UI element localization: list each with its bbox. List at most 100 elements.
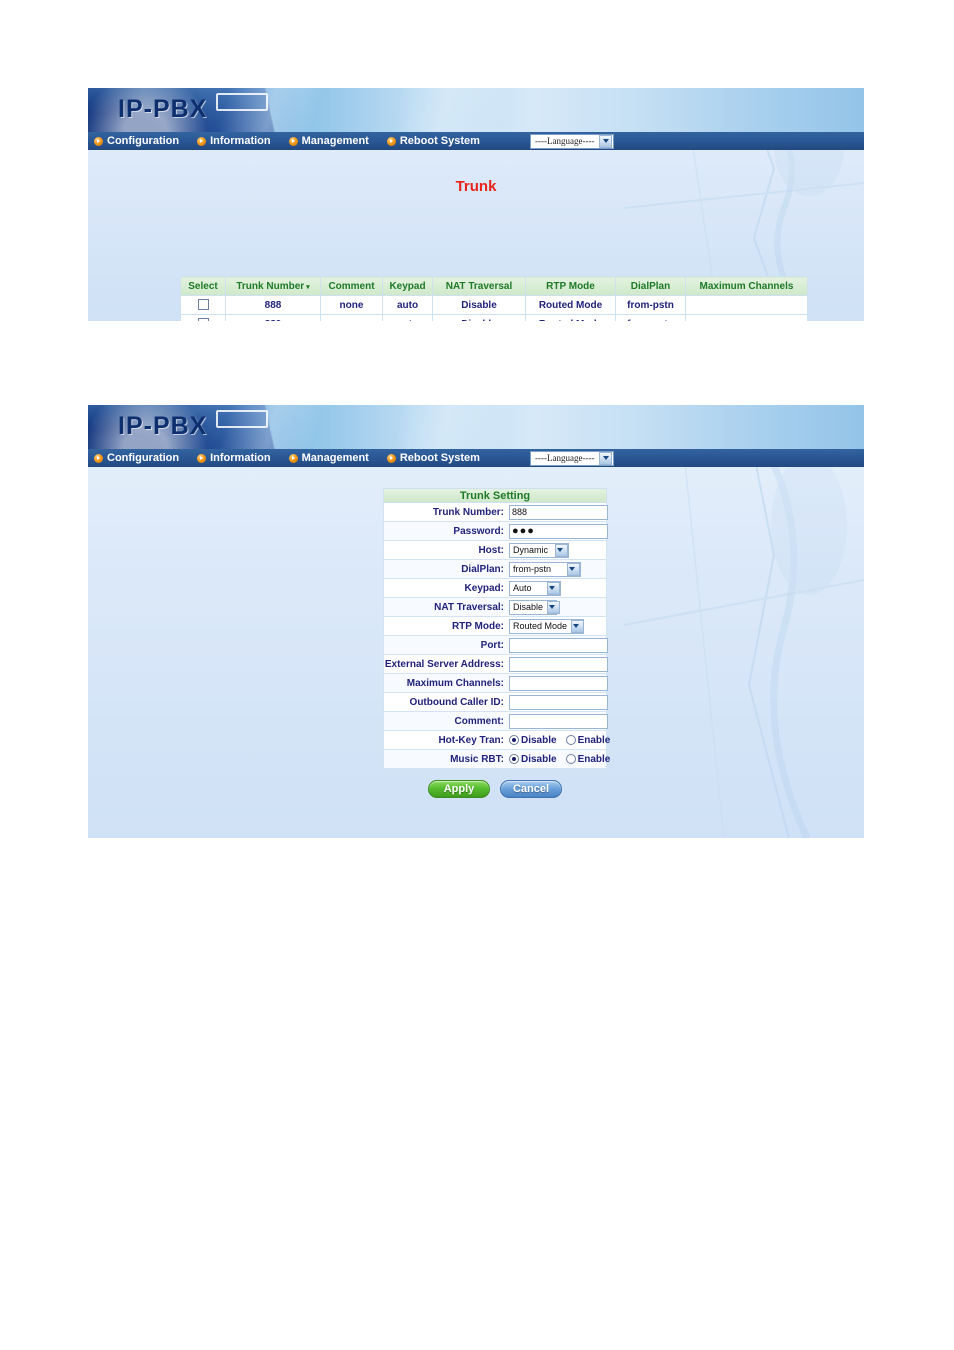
bullet-arrow-icon — [197, 453, 207, 463]
cell-dialplan: from-pstn — [615, 295, 686, 315]
cell-maximum-channels — [685, 314, 808, 321]
nav-label: Configuration — [107, 135, 180, 147]
label-maximum-channels: Maximum Channels: — [406, 677, 504, 689]
nav-label: Information — [210, 135, 271, 147]
field-row-hot-key-tran: Hot-Key Tran: Disable Enable — [383, 731, 610, 750]
trunk-list-panel: IP-PBX Configuration Information Managem… — [88, 88, 864, 321]
column-header-keypad: Keypad — [382, 276, 433, 296]
dialplan-select[interactable]: from-pstn — [509, 561, 581, 577]
main-navigation-bar: Configuration Information Management Reb… — [88, 132, 864, 150]
nav-item-configuration[interactable]: Configuration — [94, 135, 179, 147]
field-row-nat-traversal: NAT Traversal: Disable — [383, 598, 607, 617]
field-row-maximum-channels: Maximum Channels: — [383, 674, 608, 693]
nav-label: Configuration — [107, 452, 180, 464]
nav-item-reboot-system[interactable]: Reboot System — [386, 135, 480, 147]
background-watermark — [624, 405, 864, 838]
trunk-number-input[interactable] — [509, 504, 608, 520]
field-row-trunk-number: Trunk Number: — [383, 503, 608, 522]
nav-label: Reboot System — [399, 452, 480, 464]
host-select[interactable]: Dynamic — [509, 542, 569, 558]
app-logo: IP-PBX — [118, 95, 208, 123]
label-music-rbt: Music RBT: — [450, 753, 504, 765]
form-heading: Trunk Setting — [383, 488, 607, 503]
label-comment: Comment: — [454, 715, 504, 727]
language-select[interactable]: ----Language---- — [530, 450, 614, 466]
nav-item-information[interactable]: Information — [197, 135, 271, 147]
cell-trunk-number: 889 — [225, 314, 321, 321]
label-keypad: Keypad: — [464, 582, 504, 594]
nav-item-management[interactable]: Management — [288, 452, 369, 464]
field-row-keypad: Keypad: Auto — [383, 579, 607, 598]
outbound-caller-id-input[interactable] — [509, 694, 608, 710]
logo-outline-box — [216, 410, 268, 428]
field-row-external-server-address: External Server Address: — [383, 655, 608, 674]
field-row-music-rbt: Music RBT: Disable Enable — [383, 750, 610, 769]
bullet-arrow-icon — [288, 453, 298, 463]
field-row-port: Port: — [383, 636, 608, 655]
row-checkbox[interactable] — [197, 299, 209, 311]
app-banner: IP-PBX — [88, 405, 864, 449]
nat-traversal-select[interactable]: Disable — [509, 599, 561, 615]
chevron-down-icon — [555, 543, 568, 557]
page-title: Trunk — [455, 178, 497, 195]
comment-input[interactable] — [509, 713, 608, 729]
cell-rtp-mode: Routed Mode — [525, 314, 616, 321]
language-select[interactable]: ----Language---- — [530, 133, 614, 149]
table-header-row: Select Trunk Number Comment Keypad NAT T… — [180, 276, 808, 296]
option-label: Disable — [521, 753, 557, 765]
option-label: Enable — [577, 753, 611, 765]
cell-dialplan: from-pstn — [615, 314, 686, 321]
dialplan-select-value: from-pstn — [513, 564, 552, 574]
trunk-setting-panel: IP-PBX Configuration Information Managem… — [88, 405, 864, 838]
logo-outline-box — [216, 93, 268, 111]
music-rbt-option-disable[interactable]: Disable — [509, 754, 557, 765]
music-rbt-option-enable[interactable]: Enable — [565, 753, 611, 765]
nav-item-information[interactable]: Information — [197, 452, 271, 464]
column-header-dialplan: DialPlan — [615, 276, 686, 296]
label-dialplan: DialPlan: — [461, 563, 504, 575]
cell-keypad: auto — [382, 295, 433, 315]
trunk-list-body: Trunk Select Trunk Number Comment Keypad… — [88, 150, 864, 321]
password-input[interactable] — [509, 523, 608, 539]
page-root: IP-PBX Configuration Information Managem… — [0, 0, 954, 1350]
label-port: Port: — [480, 639, 504, 651]
field-row-password: Password: — [383, 522, 608, 541]
table-row: 888 none auto Disable Routed Mode from-p… — [180, 295, 808, 315]
column-header-trunk-number[interactable]: Trunk Number — [225, 276, 321, 296]
column-header-nat-traversal: NAT Traversal — [432, 276, 526, 296]
chevron-down-icon — [547, 581, 560, 595]
option-label: Enable — [577, 734, 611, 746]
row-select-cell — [180, 295, 226, 315]
hot-key-tran-option-enable[interactable]: Enable — [565, 734, 611, 746]
external-server-address-input[interactable] — [509, 656, 608, 672]
nav-item-reboot-system[interactable]: Reboot System — [386, 452, 480, 464]
keypad-select[interactable]: Auto — [509, 580, 561, 596]
column-header-select: Select — [180, 276, 226, 296]
nav-item-management[interactable]: Management — [288, 135, 369, 147]
nav-item-configuration[interactable]: Configuration — [94, 452, 179, 464]
maximum-channels-input[interactable] — [509, 675, 608, 691]
main-navigation-bar: Configuration Information Management Reb… — [88, 449, 864, 467]
column-header-rtp-mode: RTP Mode — [525, 276, 616, 296]
rtp-mode-select[interactable]: Routed Mode — [509, 618, 585, 634]
table-row: 889 none auto Disable Routed Mode from-p… — [180, 314, 808, 321]
hot-key-tran-option-disable[interactable]: Disable — [509, 735, 557, 746]
port-input[interactable] — [509, 637, 608, 653]
music-rbt-radio-group: Disable Enable — [509, 754, 610, 765]
language-select-value: ----Language---- — [535, 136, 595, 146]
cell-maximum-channels — [685, 295, 808, 315]
nav-label: Information — [210, 452, 271, 464]
label-password: Password: — [453, 525, 504, 537]
cancel-button[interactable]: Cancel — [500, 780, 562, 798]
bullet-arrow-icon — [386, 453, 396, 463]
app-logo: IP-PBX — [118, 412, 208, 440]
host-select-value: Dynamic — [513, 545, 549, 555]
nav-label: Management — [301, 135, 369, 147]
label-outbound-caller-id: Outbound Caller ID: — [409, 696, 504, 708]
bullet-arrow-icon — [94, 136, 103, 146]
row-checkbox[interactable] — [197, 318, 209, 321]
trunk-setting-form: Trunk Setting Trunk Number: Password: Ho… — [383, 488, 610, 798]
radio-unselected-icon — [565, 735, 576, 745]
cell-keypad: auto — [382, 314, 433, 321]
apply-button[interactable]: Apply — [428, 780, 490, 798]
